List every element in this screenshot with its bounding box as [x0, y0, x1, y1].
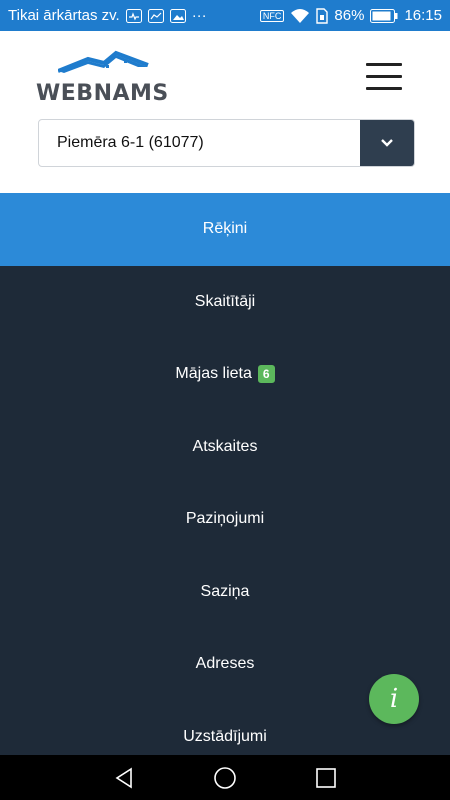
menu-item-rekini[interactable]: Rēķini — [0, 193, 450, 266]
menu-item-label: Skaitītāji — [194, 292, 256, 310]
nfc-label: NFC — [259, 9, 285, 22]
menu-item-label: Rēķini — [202, 220, 248, 238]
menu-item-sazina[interactable]: Saziņa — [0, 556, 450, 629]
menu-item-skaititaji[interactable]: Skaitītāji — [0, 266, 450, 339]
hamburger-line — [366, 63, 402, 66]
home-circle-icon — [214, 766, 236, 789]
webnams-logo[interactable]: WEBNAMS — [36, 49, 168, 111]
menu-item-label: Uzstādījumi — [183, 727, 267, 745]
menu-toggle-button[interactable] — [366, 63, 402, 91]
chart-notification-icon — [147, 8, 164, 23]
nfc-icon: NFC — [259, 9, 285, 22]
home-button[interactable] — [212, 765, 238, 791]
battery-icon — [370, 8, 398, 23]
app-header: WEBNAMS Piemēra 6-1 (61077) — [0, 31, 450, 193]
health-notification-icon — [125, 8, 142, 23]
logo-text: WEBNAMS — [36, 81, 169, 106]
menu-item-label: Adreses — [195, 655, 255, 673]
recents-square-icon — [316, 767, 336, 788]
hamburger-line — [366, 87, 402, 90]
clock: 16:15 — [404, 7, 442, 24]
recents-button[interactable] — [313, 765, 339, 791]
battery-percent: 86% — [334, 7, 365, 24]
property-select-button[interactable] — [360, 120, 414, 166]
info-button[interactable]: i — [369, 674, 419, 724]
menu-item-label: Mājas lieta — [175, 365, 252, 383]
carrier-text: Tikai ārkārtas zv. — [8, 7, 120, 24]
menu-item-atskaites[interactable]: Atskaites — [0, 411, 450, 484]
menu-item-pazinojumi[interactable]: Paziņojumi — [0, 483, 450, 556]
android-nav-bar — [0, 755, 450, 800]
more-notifications-icon: ··· — [191, 7, 207, 24]
menu-item-label: Saziņa — [200, 582, 250, 600]
roof-logo-icon — [58, 50, 149, 73]
count-badge: 6 — [257, 365, 275, 384]
sim-icon — [316, 7, 329, 24]
back-button[interactable] — [111, 765, 137, 791]
image-notification-icon — [169, 8, 186, 23]
wifi-icon — [290, 8, 310, 24]
info-icon: i — [389, 684, 399, 714]
menu-item-label: Paziņojumi — [185, 510, 265, 528]
property-select[interactable]: Piemēra 6-1 (61077) — [38, 119, 415, 167]
status-bar: Tikai ārkārtas zv. ··· NFC 86% 16:15 — [0, 0, 450, 31]
back-triangle-icon — [115, 767, 132, 788]
hamburger-line — [366, 75, 402, 78]
property-select-value: Piemēra 6-1 (61077) — [57, 134, 204, 151]
chevron-down-icon — [381, 139, 393, 147]
menu-item-label: Atskaites — [192, 437, 258, 455]
menu-item-majas-lieta[interactable]: Mājas lieta 6 — [0, 338, 450, 411]
